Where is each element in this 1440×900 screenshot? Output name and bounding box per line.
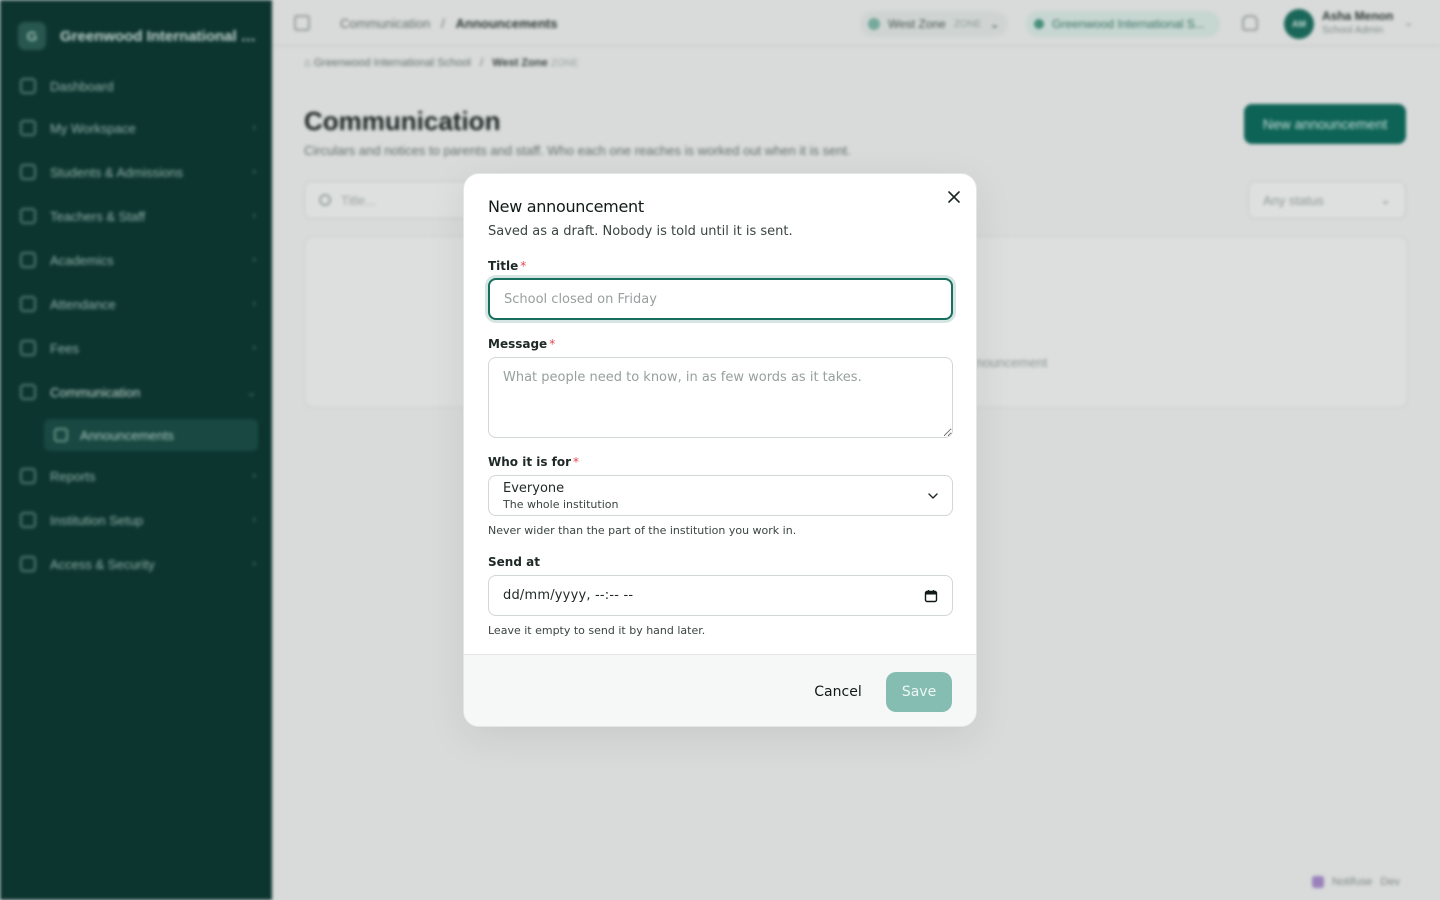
audience-selected-value: Everyone — [503, 481, 565, 496]
message-label: Message * — [488, 337, 555, 351]
audience-select[interactable]: Everyone The whole institution — [488, 475, 953, 516]
message-label-text: Message — [488, 337, 548, 351]
dialog-title: New announcement — [488, 197, 644, 216]
cancel-button[interactable]: Cancel — [804, 673, 872, 711]
save-button[interactable]: Save — [886, 672, 952, 712]
audience-label: Who it is for * — [488, 455, 579, 469]
calendar-icon[interactable] — [924, 589, 938, 603]
send-at-label-text: Send at — [488, 555, 540, 569]
required-mark: * — [520, 259, 527, 273]
audience-selected-description: The whole institution — [503, 498, 619, 511]
send-at-label: Send at — [488, 555, 540, 569]
audience-hint: Never wider than the part of the institu… — [488, 524, 797, 537]
required-mark: * — [573, 455, 580, 469]
send-at-hint: Leave it empty to send it by hand later. — [488, 624, 706, 637]
message-textarea[interactable] — [488, 357, 953, 438]
send-at-placeholder: dd/mm/yyyy, --:-- -- — [503, 588, 634, 603]
title-label: Title * — [488, 259, 526, 273]
audience-label-text: Who it is for — [488, 455, 572, 469]
close-icon[interactable] — [944, 187, 964, 207]
dialog-footer: Cancel Save — [464, 654, 976, 726]
chevron-down-icon — [928, 493, 938, 499]
dialog-subtitle: Saved as a draft. Nobody is told until i… — [488, 224, 793, 239]
required-mark: * — [549, 337, 556, 351]
title-label-text: Title — [488, 259, 519, 273]
send-at-datetime-input[interactable]: dd/mm/yyyy, --:-- -- — [488, 575, 953, 616]
title-input[interactable] — [488, 278, 953, 320]
new-announcement-dialog: New announcement Saved as a draft. Nobod… — [463, 173, 977, 727]
